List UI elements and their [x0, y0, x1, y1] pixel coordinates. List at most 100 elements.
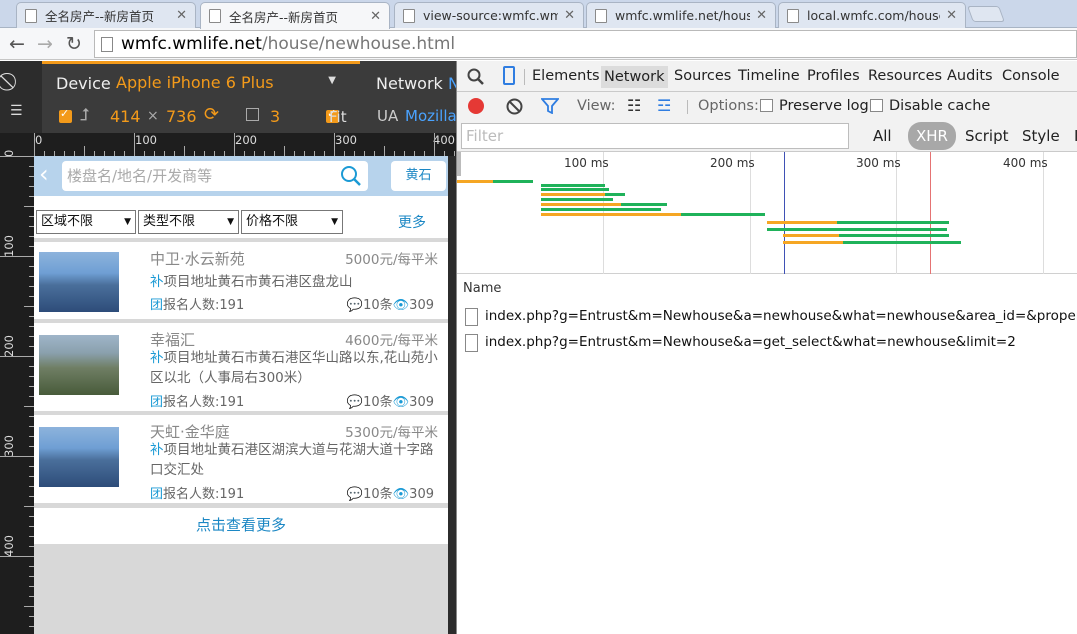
tab-sources[interactable]: Sources — [674, 68, 731, 84]
close-icon[interactable]: ✕ — [946, 8, 957, 23]
rotate-icon[interactable]: ⟳ — [204, 104, 219, 125]
timeline-handle[interactable] — [457, 152, 461, 176]
swap-dimensions-icon[interactable]: ⮥ — [80, 105, 90, 125]
browser-tab[interactable]: wmfc.wmlife.net/house/ ✕ — [586, 2, 776, 28]
ua-value[interactable]: Mozilla/ — [405, 107, 462, 125]
width-field[interactable]: 414 — [110, 107, 141, 126]
request-row[interactable]: index.php?g=Entrust&m=Newhouse&a=get_sel… — [457, 331, 1077, 355]
search-input[interactable]: 楼盘名/地名/开发商等 — [62, 161, 368, 191]
overview-icon[interactable]: ☲ — [657, 96, 671, 115]
signup-count: 报名人数:191 — [163, 395, 245, 410]
listing-stats: 💬10条👁309 — [347, 294, 434, 313]
listing-item[interactable]: 幸福汇 4600元/每平米 补项目地址黄石市黄石港区华山路以东,花山苑小区以北（… — [34, 323, 448, 411]
type-filter-value: 类型不限 — [143, 214, 196, 229]
listing-address: 补项目地址黄石港区湖滨大道与花湖大道十字路口交汇处 — [150, 440, 440, 480]
clear-icon[interactable] — [506, 98, 523, 115]
disable-cache-label: Disable cache — [889, 98, 991, 114]
browser-tab[interactable]: view-source:wmfc.wmlif ✕ — [394, 2, 584, 28]
back-icon[interactable]: ‹ — [39, 160, 49, 188]
device-mode-icon[interactable] — [503, 66, 515, 85]
comment-count: 10条 — [363, 487, 393, 502]
close-icon[interactable]: ✕ — [756, 8, 767, 23]
height-field[interactable]: 736 — [166, 107, 197, 126]
request-row[interactable]: index.php?g=Entrust&m=Newhouse&a=newhous… — [457, 305, 1077, 329]
forward-icon[interactable]: → — [33, 32, 57, 56]
listing-address-text: 项目地址黄石市黄石港区盘龙山 — [163, 274, 353, 290]
load-more-button[interactable]: 点击查看更多 — [34, 508, 448, 544]
filter-type-script[interactable]: Script — [965, 127, 1009, 145]
timeline-bar — [783, 241, 843, 244]
browser-tab-active[interactable]: 全名房产--新房首页 ✕ — [200, 2, 390, 29]
preserve-log-checkbox[interactable] — [760, 99, 773, 112]
close-icon[interactable]: ✕ — [370, 9, 381, 24]
tab-audits[interactable]: Audits — [947, 68, 993, 84]
listing-thumbnail — [39, 427, 119, 487]
back-icon[interactable]: ← — [5, 32, 29, 56]
url-host: wmfc.wmlife.net — [121, 34, 262, 54]
browser-tab[interactable]: 全名房产--新房首页 ✕ — [16, 2, 196, 28]
price-filter-value: 价格不限 — [246, 214, 299, 229]
timeline-bar — [767, 228, 847, 231]
address-bar[interactable]: wmfc.wmlife.net/house/newhouse.html — [94, 30, 1077, 58]
listing-meta: 团报名人数:191 — [150, 483, 244, 502]
search-icon[interactable] — [340, 165, 362, 187]
media-queries-icon[interactable]: ☰ — [10, 103, 23, 119]
listing-item[interactable]: 中卫·水云新苑 5000元/每平米 补项目地址黄石市黄石港区盘龙山 团报名人数:… — [34, 242, 448, 319]
area-filter-select[interactable]: 区域不限 ▼ — [36, 210, 136, 234]
eye-icon: 👁 — [392, 298, 410, 313]
viewport-scrollbar[interactable] — [448, 156, 456, 634]
emulation-toolbar: Device Apple iPhone 6 Plus ▼ ⮥ 414 × 736… — [0, 61, 462, 133]
city-button[interactable]: 黄石 — [391, 161, 446, 191]
tab-timeline[interactable]: Timeline — [738, 68, 800, 84]
filter-type-xhr[interactable]: XHR — [908, 122, 956, 150]
timeline-bar — [847, 228, 947, 231]
price-filter-select[interactable]: 价格不限 ▼ — [241, 210, 343, 234]
view-count: 309 — [409, 298, 434, 313]
ruler-tick — [24, 206, 34, 207]
browser-tab-strip: 全名房产--新房首页 ✕ 全名房产--新房首页 ✕ view-source:wm… — [0, 0, 1077, 29]
ruler-tick — [184, 146, 185, 156]
view-count: 309 — [409, 395, 434, 410]
large-rows-icon[interactable]: ☷ — [627, 96, 641, 115]
filter-type-style[interactable]: Style — [1022, 127, 1060, 145]
new-tab-button[interactable] — [967, 6, 1005, 22]
timeline-label: 200 ms — [710, 156, 755, 170]
record-icon[interactable] — [468, 98, 484, 114]
dpr-field[interactable]: 3 — [270, 107, 280, 126]
close-icon[interactable]: ✕ — [564, 8, 575, 23]
tab-resources[interactable]: Resources — [868, 68, 942, 84]
tab-console[interactable]: Console — [1002, 68, 1060, 84]
signup-count: 报名人数:191 — [163, 298, 245, 313]
ruler-tick — [134, 133, 135, 156]
resolution-checkbox[interactable] — [59, 107, 72, 123]
inspect-search-icon[interactable] — [467, 68, 485, 86]
area-filter-value: 区域不限 — [41, 214, 94, 229]
url-path: /house/newhouse.html — [261, 34, 456, 54]
close-icon[interactable]: ✕ — [176, 8, 187, 23]
timeline-bar — [783, 234, 839, 237]
filter-icon[interactable] — [541, 98, 559, 114]
filter-type-all[interactable]: All — [873, 127, 892, 145]
ruler-label: 400 — [2, 535, 16, 557]
tab-elements[interactable]: Elements — [532, 68, 600, 84]
page-icon — [787, 8, 799, 23]
disable-cache-checkbox[interactable] — [870, 99, 883, 112]
more-filters-link[interactable]: 更多 — [398, 212, 426, 232]
device-select[interactable]: Apple iPhone 6 Plus ▼ — [110, 70, 342, 96]
devtools-tabbar: Elements Network Sources Timeline Profil… — [457, 61, 1077, 92]
tab-profiles[interactable]: Profiles — [807, 68, 860, 84]
ruler-vertical: 0 100 200 300 400 — [0, 133, 34, 634]
reload-icon[interactable]: ↻ — [62, 32, 86, 56]
network-overview-timeline[interactable]: 100 ms 200 ms 300 ms 400 ms — [457, 152, 1077, 274]
listing-item[interactable]: 天虹·金华庭 5300元/每平米 补项目地址黄石港区湖滨大道与花湖大道十字路口交… — [34, 415, 448, 503]
ruler-tick — [334, 133, 335, 156]
filter-input[interactable]: Filter — [461, 123, 849, 149]
document-icon — [465, 308, 478, 326]
ruler-label: 0 — [35, 133, 43, 147]
type-filter-select[interactable]: 类型不限 ▼ — [138, 210, 239, 234]
name-column-header[interactable]: Name — [463, 281, 501, 296]
comment-count: 10条 — [363, 298, 393, 313]
tab-network[interactable]: Network — [601, 66, 668, 88]
browser-tab[interactable]: local.wmfc.com/house/j ✕ — [778, 2, 966, 28]
dom-content-loaded-marker — [784, 152, 785, 274]
